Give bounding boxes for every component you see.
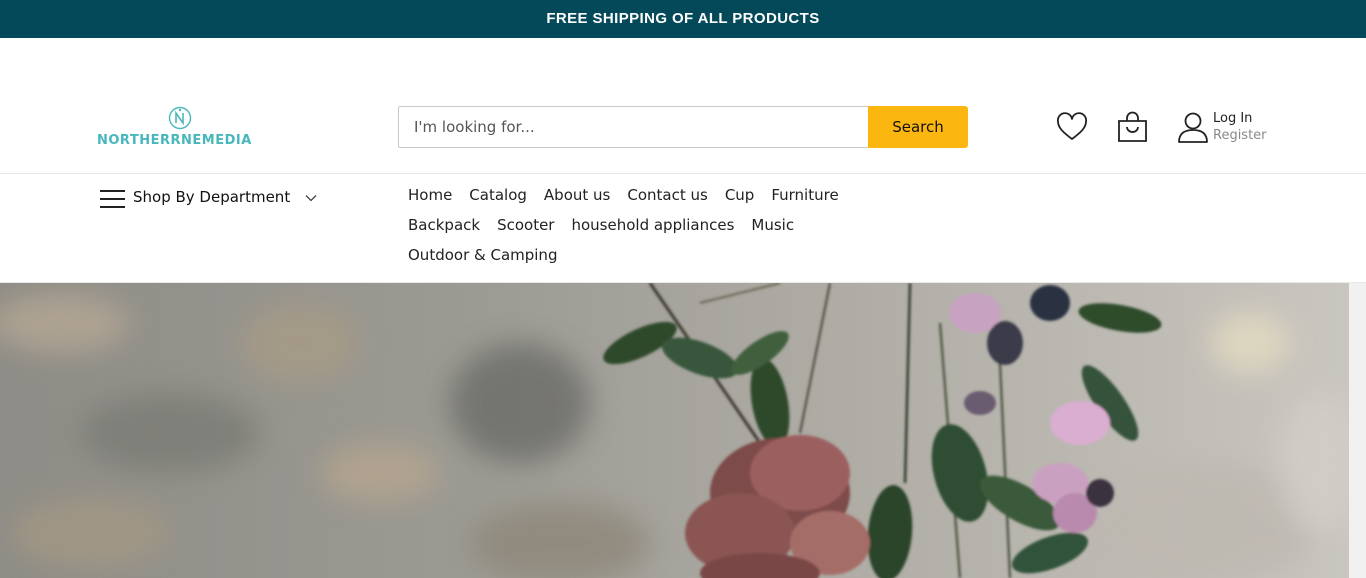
nav-link-cup[interactable]: Cup — [725, 186, 755, 204]
search-input[interactable] — [398, 106, 869, 148]
hamburger-menu-icon — [100, 190, 125, 208]
register-link[interactable]: Register — [1213, 127, 1293, 144]
nav-link-furniture[interactable]: Furniture — [771, 186, 838, 204]
logo-mark-icon — [168, 106, 192, 130]
user-icon[interactable] — [1176, 110, 1210, 144]
nav-link-household-appliances[interactable]: household appliances — [571, 216, 734, 234]
announcement-bar: FREE SHIPPING OF ALL PRODUCTS — [0, 0, 1366, 38]
nav-link-scooter[interactable]: Scooter — [497, 216, 554, 234]
account-links: Log In Register — [1213, 110, 1293, 144]
nav-link-outdoor-camping[interactable]: Outdoor & Camping — [408, 246, 557, 264]
nav-row-1: Home Catalog About us Contact us Cup Furnitur… — [408, 186, 968, 216]
nav-link-catalog[interactable]: Catalog — [469, 186, 527, 204]
nav-link-home[interactable]: Home — [408, 186, 452, 204]
main-navigation: Home Catalog About us Contact us Cup Furnitur… — [408, 186, 968, 276]
shop-by-department-toggle[interactable]: Shop By Department — [100, 186, 330, 210]
login-link[interactable]: Log In — [1213, 110, 1293, 127]
nav-link-contact-us[interactable]: Contact us — [627, 186, 707, 204]
heart-icon[interactable] — [1056, 112, 1088, 142]
nav-row-3: Outdoor & Camping — [408, 246, 968, 276]
search-button[interactable]: Search — [868, 106, 968, 148]
department-label: Shop By Department — [133, 188, 291, 206]
nav-link-about-us[interactable]: About us — [544, 186, 610, 204]
hero-banner-image — [0, 283, 1349, 578]
nav-row-2: Backpack Scooter household appliances Music — [408, 216, 968, 246]
chevron-down-icon — [305, 195, 317, 202]
nav-link-backpack[interactable]: Backpack — [408, 216, 480, 234]
logo-text: NORTHERRNEMEDIA — [97, 133, 252, 148]
nav-link-music[interactable]: Music — [751, 216, 794, 234]
site-logo[interactable]: NORTHERRNEMEDIA — [97, 106, 269, 150]
page-scrollbar[interactable] — [1349, 283, 1366, 578]
shopping-bag-icon[interactable] — [1116, 111, 1149, 143]
header-divider — [0, 173, 1366, 174]
